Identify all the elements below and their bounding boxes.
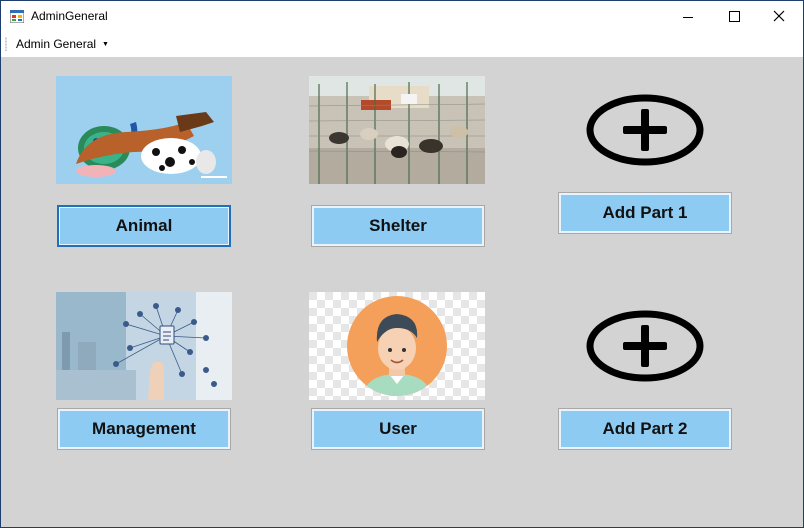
- add-part-2-icon: [586, 310, 704, 382]
- add-part-1-icon: [586, 94, 704, 166]
- title-bar[interactable]: AdminGeneral: [1, 1, 803, 32]
- user-button[interactable]: User: [311, 408, 485, 450]
- admin-general-window: AdminGeneral Admin General ▼ Animal Shel…: [0, 0, 804, 528]
- animal-button[interactable]: Animal: [57, 205, 231, 247]
- user-picture: [309, 292, 485, 400]
- menu-grip[interactable]: [5, 37, 7, 51]
- dropdown-arrow-icon: ▼: [102, 40, 109, 48]
- menu-admin-general-label: Admin General: [16, 37, 97, 51]
- add-part-2-button[interactable]: Add Part 2: [558, 408, 732, 450]
- management-picture: [56, 292, 232, 400]
- maximize-icon: [729, 11, 740, 22]
- menu-admin-general[interactable]: Admin General ▼: [12, 34, 113, 54]
- maximize-button[interactable]: [711, 1, 757, 32]
- minimize-button[interactable]: [665, 1, 711, 32]
- app-icon: [10, 10, 24, 23]
- window-title: AdminGeneral: [31, 9, 108, 23]
- menu-bar: Admin General ▼: [1, 32, 803, 57]
- close-icon: [773, 10, 785, 22]
- client-area: Animal Shelter Add Part 1 Management Use…: [1, 57, 803, 527]
- add-part-1-button[interactable]: Add Part 1: [558, 192, 732, 234]
- shelter-button[interactable]: Shelter: [311, 205, 485, 247]
- close-button[interactable]: [757, 1, 803, 32]
- management-button[interactable]: Management: [57, 408, 231, 450]
- animal-picture: [56, 76, 232, 184]
- shelter-picture: [309, 76, 485, 184]
- minimize-icon: [683, 17, 693, 18]
